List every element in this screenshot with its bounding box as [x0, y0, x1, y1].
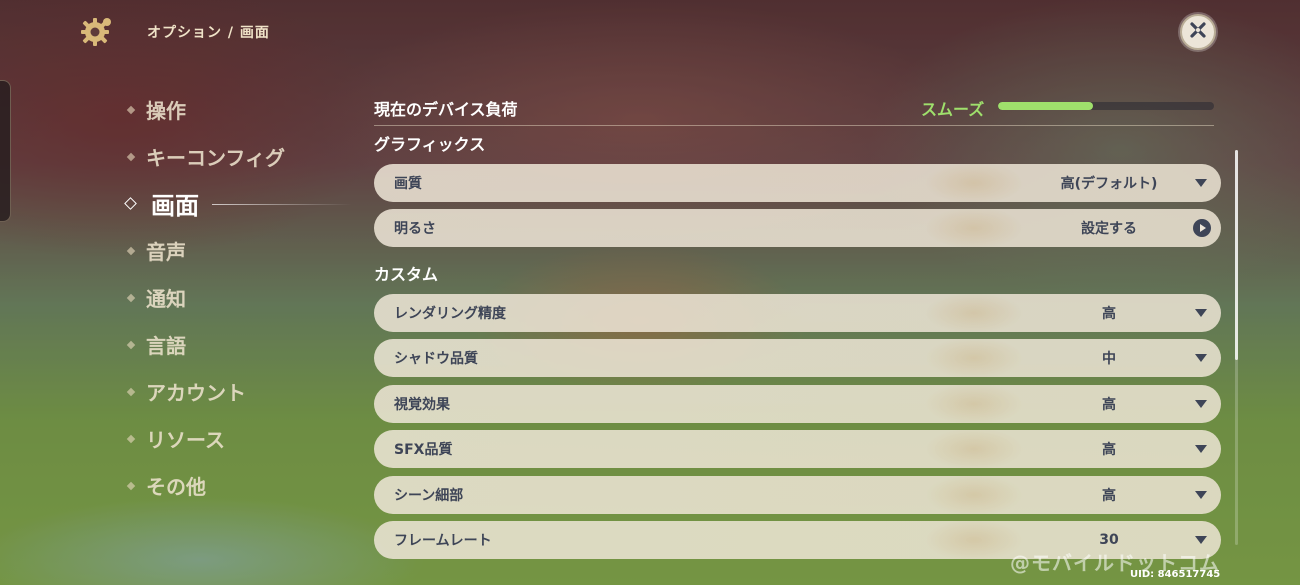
setting-label: 画質	[394, 176, 422, 192]
setting-row-sfx-quality[interactable]: SFX品質 高	[374, 430, 1221, 468]
device-load-bar	[998, 102, 1214, 110]
setting-value: 高(デフォルト)	[1060, 176, 1158, 192]
setting-label: レンダリング精度	[394, 306, 506, 322]
setting-value: 高	[1102, 397, 1116, 413]
nav-item-language[interactable]: 言語	[126, 321, 285, 368]
nav-item-label: 操作	[146, 99, 186, 123]
nav-item-key-config[interactable]: キーコンフィグ	[126, 133, 285, 180]
setting-label: シーン細部	[394, 488, 464, 504]
nav-item-label: 画面	[151, 192, 199, 220]
section-title-custom: カスタム	[374, 265, 439, 284]
diamond-icon	[126, 246, 136, 255]
close-button[interactable]	[1180, 14, 1216, 50]
diamond-icon	[126, 387, 136, 396]
chevron-down-icon	[1195, 354, 1207, 362]
nav-item-label: リソース	[146, 428, 225, 452]
chevron-down-icon	[1195, 309, 1207, 317]
setting-label: SFX品質	[394, 442, 453, 458]
setting-value: 中	[1102, 351, 1116, 367]
chevron-down-icon	[1195, 445, 1207, 453]
setting-label: シャドウ品質	[394, 351, 478, 367]
play-arrow-icon[interactable]	[1193, 219, 1211, 237]
setting-label: 視覚効果	[394, 397, 450, 413]
nav-item-label: その他	[146, 475, 206, 499]
nav-item-notifications[interactable]: 通知	[126, 274, 285, 321]
setting-value: 設定する	[1081, 221, 1137, 237]
section-title-graphics: グラフィックス	[374, 135, 486, 154]
nav-item-label: アカウント	[146, 381, 246, 405]
setting-row-shadow-quality[interactable]: シャドウ品質 中	[374, 339, 1221, 377]
nav-item-label: キーコンフィグ	[146, 146, 285, 170]
scrollbar[interactable]	[1235, 150, 1238, 545]
nav-item-label: 音声	[146, 240, 186, 264]
setting-value: 高	[1102, 488, 1116, 504]
chevron-down-icon	[1195, 491, 1207, 499]
setting-value: 高	[1102, 442, 1116, 458]
nav-item-graphics[interactable]: 画面	[124, 180, 352, 227]
device-load-status: スムーズ	[921, 100, 985, 119]
chevron-down-icon	[1195, 400, 1207, 408]
breadcrumb: オプション / 画面	[147, 25, 270, 41]
nav-item-controls[interactable]: 操作	[126, 86, 285, 133]
side-panel-handle[interactable]	[0, 80, 11, 222]
setting-value: 30	[1099, 532, 1119, 548]
nav-item-label: 通知	[146, 287, 186, 311]
uid-label: UID: 846517745	[1130, 569, 1221, 580]
chevron-down-icon	[1195, 536, 1207, 544]
diamond-icon	[126, 340, 136, 349]
setting-label: 明るさ	[394, 221, 436, 237]
nav-item-label: 言語	[146, 334, 186, 358]
setting-row-scene-detail[interactable]: シーン細部 高	[374, 476, 1221, 514]
setting-row-quality[interactable]: 画質 高(デフォルト)	[374, 164, 1221, 202]
nav-item-resources[interactable]: リソース	[126, 415, 285, 462]
device-load-label: 現在のデバイス負荷	[374, 100, 518, 119]
diamond-icon	[126, 152, 136, 161]
nav-item-audio[interactable]: 音声	[126, 227, 285, 274]
scrollbar-thumb[interactable]	[1235, 150, 1238, 360]
diamond-icon	[126, 481, 136, 490]
diamond-icon	[126, 434, 136, 443]
setting-row-brightness[interactable]: 明るさ 設定する	[374, 209, 1221, 247]
chevron-down-icon	[1195, 179, 1207, 187]
setting-label: フレームレート	[394, 533, 492, 549]
setting-value: 高	[1102, 306, 1116, 322]
nav-item-account[interactable]: アカウント	[126, 368, 285, 415]
diamond-icon	[126, 293, 136, 302]
gear-icon	[80, 14, 114, 48]
divider	[374, 125, 1214, 126]
device-load-indicator: 現在のデバイス負荷 スムーズ	[374, 96, 1214, 126]
nav-item-other[interactable]: その他	[126, 462, 285, 509]
setting-row-visual-effects[interactable]: 視覚効果 高	[374, 385, 1221, 423]
device-load-fill	[998, 102, 1094, 110]
diamond-icon	[126, 105, 136, 114]
setting-row-render-resolution[interactable]: レンダリング精度 高	[374, 294, 1221, 332]
close-icon	[1189, 21, 1207, 43]
settings-nav: 操作 キーコンフィグ 画面 音声 通知 言語 アカウント リソース その他	[124, 86, 352, 509]
